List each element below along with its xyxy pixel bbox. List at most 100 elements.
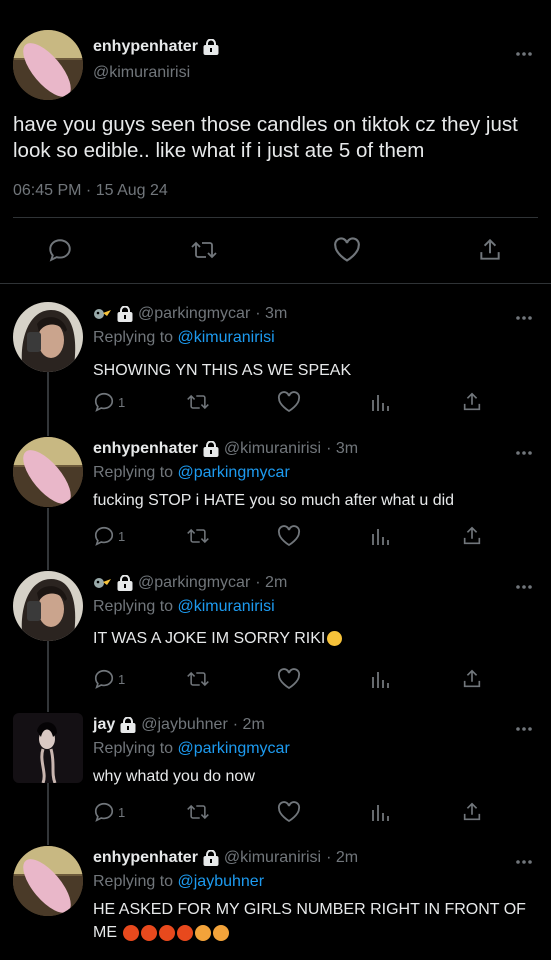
- avatar[interactable]: [13, 571, 83, 641]
- reply-count: 1: [118, 804, 126, 820]
- share-icon[interactable]: [461, 801, 483, 823]
- replying-to-link[interactable]: @kimuranirisi: [178, 598, 275, 615]
- retweet-icon[interactable]: [186, 525, 210, 547]
- avatar[interactable]: [13, 30, 83, 100]
- more-icon[interactable]: [515, 443, 533, 461]
- reply-actions: 1: [93, 801, 533, 825]
- like-icon[interactable]: [329, 232, 365, 268]
- share-icon[interactable]: [461, 525, 483, 547]
- reply-handle[interactable]: @kimuranirisi: [224, 849, 321, 867]
- reply-tweet[interactable]: jay @jaybuhner · 2m Replying to @parking…: [0, 713, 551, 838]
- reply-icon: [94, 392, 114, 412]
- retweet-icon[interactable]: [186, 232, 222, 268]
- replying-to-link[interactable]: @kimuranirisi: [178, 329, 275, 346]
- crying-face-emoji-icon: [213, 924, 230, 941]
- replying-to-link[interactable]: @parkingmycar: [178, 740, 290, 757]
- replying-to-link[interactable]: @jaybuhner: [178, 873, 265, 890]
- more-icon[interactable]: [515, 719, 533, 737]
- reply-action[interactable]: 1: [93, 668, 125, 690]
- lock-icon: [203, 39, 219, 55]
- angry-face-emoji-icon: [123, 924, 140, 941]
- more-icon[interactable]: [515, 308, 533, 326]
- lock-icon: [203, 850, 219, 866]
- angry-face-emoji-icon: [141, 924, 158, 941]
- analytics-icon[interactable]: [370, 391, 390, 413]
- more-icon[interactable]: [515, 577, 533, 595]
- reply-header: @parkingmycar · 3m: [93, 305, 287, 323]
- share-icon[interactable]: [472, 232, 508, 268]
- avatar-photo: [13, 302, 83, 372]
- lock-icon: [203, 441, 219, 457]
- retweet-icon[interactable]: [186, 668, 210, 690]
- replying-to-link[interactable]: @parkingmycar: [178, 464, 290, 481]
- reply-name[interactable]: enhypenhater: [93, 440, 198, 458]
- retweet-icon[interactable]: [186, 801, 210, 823]
- reply-time[interactable]: · 2m: [233, 716, 265, 734]
- analytics-icon[interactable]: [370, 801, 390, 823]
- reply-text-container: IT WAS A JOKE IM SORRY RIKI: [93, 627, 533, 650]
- like-icon[interactable]: [277, 391, 301, 413]
- crying-face-emoji-icon: [195, 924, 212, 941]
- share-icon[interactable]: [461, 668, 483, 690]
- reply-handle[interactable]: @jaybuhner: [141, 716, 228, 734]
- analytics-icon[interactable]: [370, 525, 390, 547]
- author-name[interactable]: enhypenhater: [93, 38, 198, 56]
- reply-tweet[interactable]: enhypenhater @kimuranirisi · 2m Replying…: [0, 846, 551, 960]
- replying-to: Replying to @jaybuhner: [93, 873, 264, 891]
- reply-time[interactable]: · 3m: [255, 305, 287, 323]
- more-icon[interactable]: [515, 852, 533, 870]
- reply-icon[interactable]: [42, 232, 78, 268]
- reply-text: fucking STOP i HATE you so much after wh…: [93, 492, 455, 509]
- more-icon[interactable]: [515, 44, 533, 62]
- like-icon[interactable]: [277, 801, 301, 823]
- author-handle[interactable]: @kimuranirisi: [93, 64, 190, 82]
- avatar-photo: [13, 571, 83, 641]
- tweet-text: have you guys seen those candles on tikt…: [13, 113, 518, 162]
- reply-time[interactable]: · 2m: [326, 849, 358, 867]
- reply-handle[interactable]: @parkingmycar: [138, 305, 250, 323]
- lock-icon: [120, 717, 136, 733]
- reply-icon: [94, 802, 114, 822]
- avatar[interactable]: [13, 713, 83, 783]
- avatar[interactable]: [13, 846, 83, 916]
- emoji-icons: [93, 306, 133, 322]
- replying-label: Replying to: [93, 464, 174, 481]
- reply-tweet[interactable]: enhypenhater @kimuranirisi · 3m Replying…: [0, 437, 551, 562]
- tweet-timestamp[interactable]: 06:45 PM · 15 Aug 24: [13, 182, 168, 200]
- reply-name[interactable]: enhypenhater: [93, 849, 198, 867]
- reply-name[interactable]: jay: [93, 716, 115, 734]
- divider: [13, 217, 538, 218]
- reply-time[interactable]: · 2m: [255, 574, 287, 592]
- reply-handle[interactable]: @parkingmycar: [138, 574, 250, 592]
- reply-count: 1: [118, 394, 126, 410]
- reply-tweet[interactable]: @parkingmycar · 2m Replying to @kimurani…: [0, 571, 551, 701]
- reply-action[interactable]: 1: [93, 391, 125, 413]
- replying-to: Replying to @kimuranirisi: [93, 329, 275, 347]
- tweet-actions: [0, 232, 551, 268]
- reply-tweet[interactable]: @parkingmycar · 3m Replying to @kimurani…: [0, 302, 551, 427]
- like-icon[interactable]: [277, 668, 301, 690]
- emoji-icons: [93, 575, 133, 591]
- reply-text: IT WAS A JOKE IM SORRY RIKI: [93, 630, 326, 647]
- lock-icon: [117, 575, 133, 591]
- reply-actions: 1: [93, 668, 533, 692]
- reply-count: 1: [118, 671, 126, 687]
- share-icon[interactable]: [461, 391, 483, 413]
- reply-action[interactable]: 1: [93, 801, 125, 823]
- divider: [0, 283, 551, 284]
- reply-handle[interactable]: @kimuranirisi: [224, 440, 321, 458]
- avatar[interactable]: [13, 437, 83, 507]
- reply-text: HE ASKED FOR MY GIRLS NUMBER RIGHT IN FR…: [93, 901, 526, 941]
- replying-label: Replying to: [93, 873, 174, 890]
- avatar[interactable]: [13, 302, 83, 372]
- main-tweet: enhypenhater @kimuranirisi have you guys…: [0, 0, 551, 283]
- like-icon[interactable]: [277, 525, 301, 547]
- angry-face-emoji-icon: [159, 924, 176, 941]
- reply-action[interactable]: 1: [93, 525, 125, 547]
- analytics-icon[interactable]: [370, 668, 390, 690]
- reply-text: SHOWING YN THIS AS WE SPEAK: [93, 362, 352, 379]
- retweet-icon[interactable]: [186, 391, 210, 413]
- reply-time[interactable]: · 3m: [326, 440, 358, 458]
- reply-header: enhypenhater @kimuranirisi · 2m: [93, 849, 358, 867]
- replying-to: Replying to @parkingmycar: [93, 464, 290, 482]
